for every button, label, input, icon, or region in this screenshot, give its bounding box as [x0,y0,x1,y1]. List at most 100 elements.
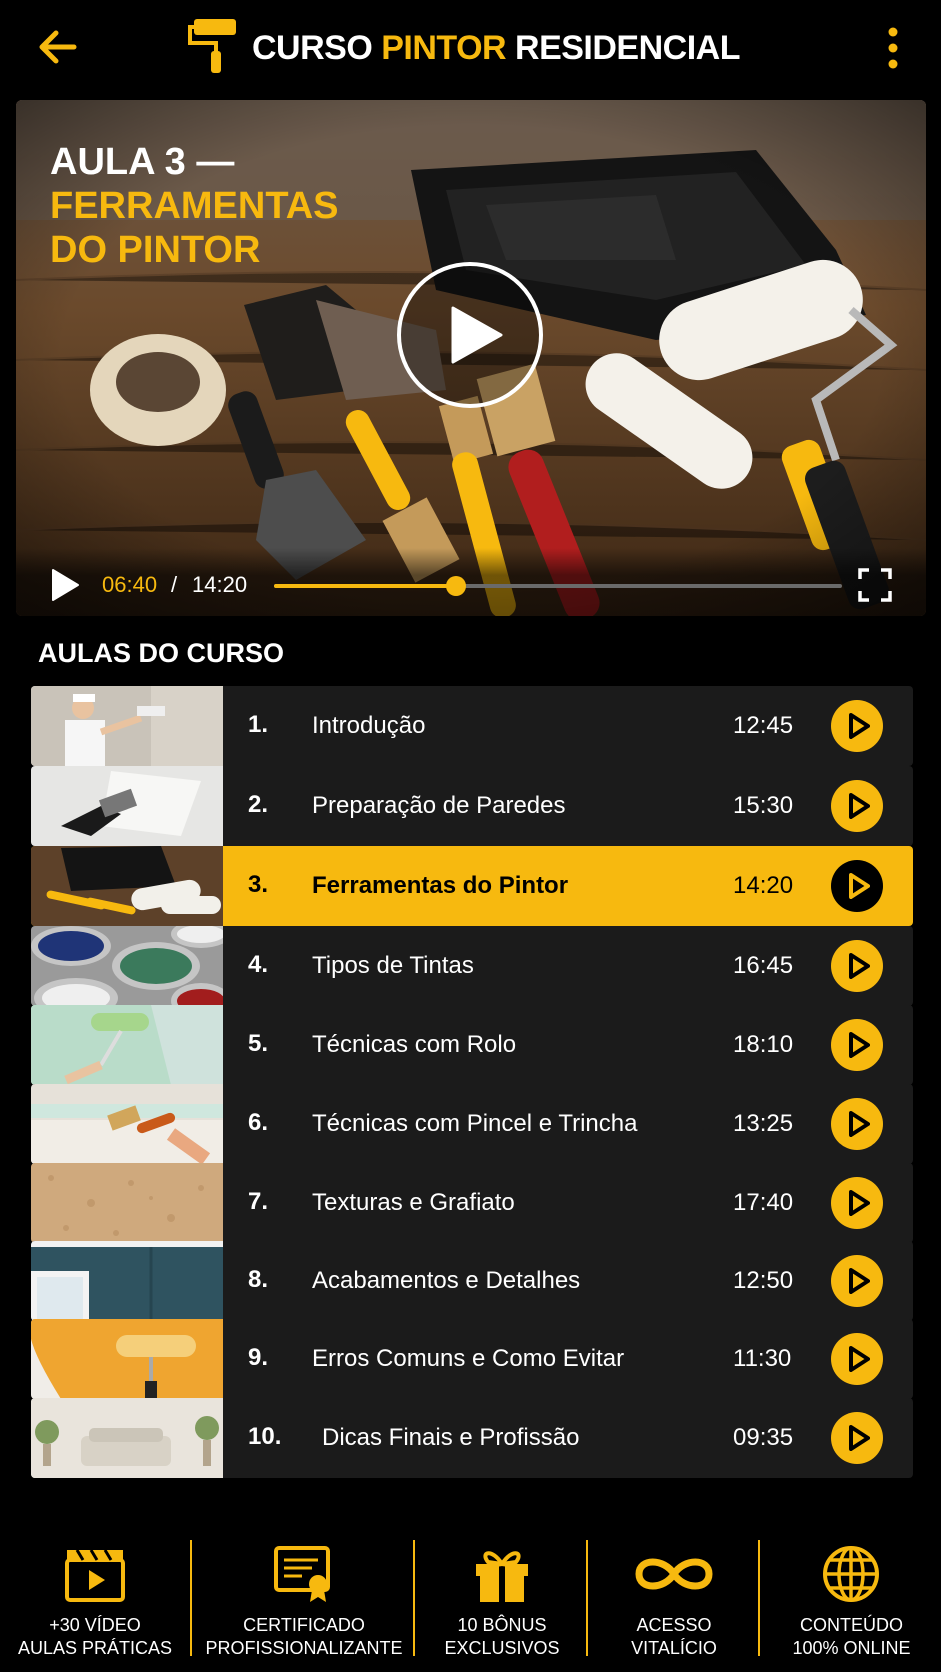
lesson-row-3[interactable]: 3. Ferramentas do Pintor 14:20 [31,846,913,926]
lesson-number: 1. [248,711,269,738]
feature-divider [190,1540,192,1656]
lesson-title: Texturas e Grafiato [312,1189,515,1216]
lesson-row-7[interactable]: 7. Texturas e Grafiato 17:40 [31,1163,913,1243]
play-control-icon[interactable] [50,568,80,602]
features-bar: +30 VÍDEO AULAS PRÁTICAS CERTIFICADO PROFIS… [0,1530,941,1672]
lesson-number: 7. [248,1188,269,1215]
lesson-row-5[interactable]: 5. Técnicas com Rolo 18:10 [31,1005,913,1085]
lesson-row-8[interactable]: 8. Acabamentos e Detalhes 12:50 [31,1241,913,1321]
lesson-number: 3. [248,871,269,898]
lesson-play-button[interactable] [831,1333,883,1385]
lesson-duration: 13:25 [733,1110,794,1137]
lesson-play-button[interactable] [831,1177,883,1229]
feature-label-line1: ACESSO [636,1615,712,1635]
lesson-thumbnail [31,766,223,846]
feature-label-line2: EXCLUSIVOS [444,1638,560,1658]
lesson-play-button[interactable] [831,700,883,752]
feature-divider [586,1540,588,1656]
play-icon [849,1111,870,1137]
lesson-row-1[interactable]: 1. Introdução 12:45 [31,686,913,766]
lesson-row-6[interactable]: 6. Técnicas com Pincel e Trincha 13:25 [31,1084,913,1164]
play-icon [849,953,870,979]
lesson-duration: 12:50 [733,1267,794,1294]
lesson-title-line2: FERRAMENTAS [50,185,339,227]
more-vertical-icon[interactable] [878,24,908,72]
feature-label-line1: +30 VÍDEO [49,1615,141,1635]
feature-divider [413,1540,415,1656]
lesson-duration: 14:20 [733,872,794,899]
feature-label: ACESSO VITALÍCIO [588,1614,760,1660]
current-time: 06:40 [102,572,158,597]
feature-item-2: CERTIFICADO PROFISSIONALIZANTE [192,1530,416,1672]
feature-label-line2: VITALÍCIO [631,1638,717,1658]
lesson-duration: 09:35 [733,1424,794,1451]
lesson-number: 5. [248,1030,269,1057]
play-icon [451,306,503,364]
lesson-number: 9. [248,1344,269,1371]
lesson-row-4[interactable]: 4. Tipos de Tintas 16:45 [31,926,913,1006]
video-player[interactable]: AULA 3 — FERRAMENTAS DO PINTOR 06:40 / 1… [16,100,926,616]
lesson-thumbnail [31,1163,223,1243]
lesson-title: Técnicas com Rolo [312,1031,517,1058]
lesson-title: Introdução [312,712,426,739]
lesson-play-button[interactable] [831,860,883,912]
paint-roller-icon [188,17,240,80]
lesson-play-button[interactable] [831,1255,883,1307]
lesson-thumbnail [31,1398,223,1478]
progress-bar[interactable] [274,576,842,596]
infinity-icon [629,1544,713,1604]
feature-item-1: +30 VÍDEO AULAS PRÁTICAS [0,1530,190,1672]
play-icon [849,793,870,819]
total-time: 14:20 [192,572,248,597]
lesson-play-button[interactable] [831,1098,883,1150]
lesson-play-button[interactable] [831,780,883,832]
lesson-number: 2. [248,791,269,818]
play-icon [849,1346,870,1372]
certificate-icon [272,1544,336,1604]
lesson-title: Erros Comuns e Como Evitar [312,1345,625,1372]
app-header: CURSO PINTOR RESIDENCIAL [0,0,941,96]
feature-item-4: ACESSO VITALÍCIO [588,1530,760,1672]
fullscreen-icon[interactable] [858,568,892,602]
feature-item-3: 10 BÔNUS EXCLUSIVOS [416,1530,588,1672]
progress-handle[interactable] [445,576,466,596]
lesson-play-button[interactable] [831,1412,883,1464]
feature-label-line2: 100% ONLINE [792,1638,911,1658]
feature-label-line2: AULAS PRÁTICAS [17,1638,173,1658]
globe-icon [819,1544,883,1604]
lesson-duration: 12:45 [733,712,794,739]
lesson-title: Técnicas com Pincel e Trincha [312,1110,638,1137]
lesson-row-10[interactable]: 10. Dicas Finais e Profissão 09:35 [31,1398,913,1478]
back-arrow-icon[interactable] [34,22,84,72]
feature-label: CONTEÚDO 100% ONLINE [762,1614,941,1660]
lesson-thumbnail [31,1084,223,1164]
feature-divider [758,1540,760,1656]
feature-label: +30 VÍDEO AULAS PRÁTICAS [0,1614,190,1660]
lesson-title: Tipos de Tintas [312,952,474,979]
page-title: CURSO PINTOR RESIDENCIAL [252,28,740,67]
lesson-row-2[interactable]: 2. Preparação de Paredes 15:30 [31,766,913,846]
play-icon [849,1268,870,1294]
lesson-title: Acabamentos e Detalhes [312,1267,581,1294]
video-controls: 06:40 / 14:20 [16,548,926,616]
lesson-thumbnail [31,1319,223,1399]
lesson-play-button[interactable] [831,1019,883,1071]
feature-item-5: CONTEÚDO 100% ONLINE [762,1530,941,1672]
feature-label-line1: CERTIFICADO [243,1615,365,1635]
video-play-button[interactable] [397,262,543,408]
lesson-play-button[interactable] [831,940,883,992]
lesson-duration: 16:45 [733,952,794,979]
lesson-thumbnail [31,926,223,1006]
lesson-duration: 15:30 [733,792,794,819]
lesson-number: 8. [248,1266,269,1293]
lesson-duration: 18:10 [733,1031,794,1058]
lesson-title: Dicas Finais e Profissão [322,1424,580,1451]
feature-label-line1: CONTEÚDO [800,1615,903,1635]
feature-label: CERTIFICADO PROFISSIONALIZANTE [192,1614,416,1660]
lesson-thumbnail [31,846,223,926]
play-icon [849,1190,870,1216]
progress-fill [274,584,456,588]
lesson-number: 4. [248,951,269,978]
lesson-number: 10. [248,1423,282,1450]
lesson-row-9[interactable]: 9. Erros Comuns e Como Evitar 11:30 [31,1319,913,1399]
